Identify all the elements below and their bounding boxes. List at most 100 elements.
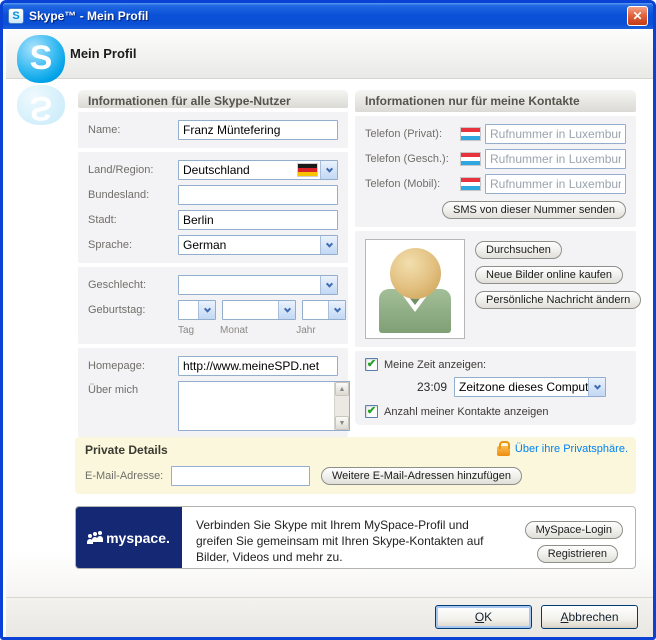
timezone-value: Zeitzone dieses Compute (459, 380, 589, 394)
skype-logo-reflection-glyph: S (29, 89, 53, 127)
myspace-logo: myspace. (76, 507, 182, 568)
birthday-label: Geburtstag: (88, 304, 146, 316)
skype-logo-glyph: S (29, 39, 53, 77)
myspace-description: Verbinden Sie Skype mit Ihrem MySpace-Pr… (196, 518, 484, 564)
web-group: Homepage: Über mich ▲ ▼ (78, 348, 350, 439)
state-input[interactable] (178, 185, 338, 205)
city-input[interactable] (178, 210, 338, 230)
about-label: Über mich (88, 384, 139, 396)
gender-label: Geschlecht: (88, 279, 147, 291)
change-mood-label: Persönliche Nachricht ändern (486, 294, 631, 306)
avatar-head-shape (390, 248, 441, 299)
buy-pictures-button[interactable]: Neue Bilder online kaufen (475, 266, 623, 284)
close-icon: ✕ (632, 8, 643, 23)
chevron-down-icon[interactable] (328, 301, 345, 319)
show-time-label: Meine Zeit anzeigen: (384, 358, 487, 371)
germany-flag-icon (298, 164, 317, 176)
cancel-label: Abbrechen (560, 610, 619, 624)
check-icon: ✔ (366, 405, 377, 417)
send-sms-button[interactable]: SMS von dieser Nummer senden (441, 201, 626, 219)
show-time-checkbox[interactable]: ✔ (365, 358, 378, 371)
luxembourg-flag-icon (461, 178, 480, 190)
browse-label: Durchsuchen (486, 244, 551, 256)
avatar (365, 239, 465, 339)
birthday-day-select[interactable] (178, 300, 216, 320)
myspace-register-button[interactable]: Registrieren (536, 545, 618, 563)
show-contact-count-checkbox[interactable]: ✔ (365, 405, 378, 418)
browse-button[interactable]: Durchsuchen (475, 241, 562, 259)
city-label: Stadt: (88, 214, 117, 226)
myspace-login-label: MySpace-Login (535, 524, 612, 536)
luxembourg-flag-icon (461, 153, 480, 165)
chevron-down-icon[interactable] (588, 378, 606, 396)
language-value: German (183, 238, 227, 252)
name-group: Name: (78, 112, 348, 148)
skype-logo-icon: S (17, 35, 65, 83)
day-caption: Tag (178, 325, 195, 336)
state-label: Bundesland: (88, 189, 150, 201)
skype-s-glyph: S (12, 10, 20, 22)
private-details-header: Private Details (85, 443, 168, 457)
skype-profile-window: S Skype™ - Mein Profil ✕ S Mein Profil S… (0, 0, 656, 640)
avatar-group: Durchsuchen Neue Bilder online kaufen Pe… (355, 231, 642, 347)
phone-private-input[interactable] (485, 124, 626, 144)
add-email-label: Weitere E-Mail-Adressen hinzufügen (332, 470, 511, 482)
lock-icon (496, 441, 510, 456)
timezone-select[interactable]: Zeitzone dieses Compute (454, 377, 607, 397)
privacy-link[interactable]: Über ihre Privatsphäre. (515, 443, 628, 455)
change-mood-message-button[interactable]: Persönliche Nachricht ändern (475, 291, 642, 309)
public-info-header: Informationen für alle Skype-Nutzer (78, 90, 348, 108)
personal-group: Geschlecht: Geburtstag: Tag Monat Jahr (78, 267, 348, 344)
email-input[interactable] (171, 466, 310, 486)
page-header: S Mein Profil (6, 29, 653, 83)
name-input[interactable] (178, 120, 338, 140)
skype-logo-reflection: S (17, 85, 65, 127)
time-group: ✔ Meine Zeit anzeigen: 23:09 Zeitzone di… (355, 351, 636, 425)
ok-button[interactable]: OK (435, 605, 532, 629)
chevron-down-icon[interactable] (320, 276, 337, 294)
myspace-panel: myspace. Verbinden Sie Skype mit Ihrem M… (75, 506, 636, 569)
scroll-up-icon[interactable]: ▲ (335, 382, 349, 396)
chevron-down-icon[interactable] (320, 161, 337, 179)
homepage-input[interactable] (178, 356, 338, 376)
scroll-down-icon[interactable]: ▼ (335, 416, 349, 430)
location-group: Land/Region: Deutschland Bundesland: Sta… (78, 152, 348, 263)
ok-label: OK (474, 610, 493, 624)
birthday-year-select[interactable] (302, 300, 346, 320)
gender-select[interactable] (178, 275, 338, 295)
myspace-people-icon (87, 531, 104, 544)
myspace-register-label: Registrieren (547, 548, 607, 560)
phone-private-label: Telefon (Privat): (365, 128, 443, 140)
phone-mobile-input[interactable] (485, 174, 626, 194)
current-time: 23:09 (417, 380, 448, 394)
titlebar[interactable]: S Skype™ - Mein Profil ✕ (3, 3, 653, 29)
phone-work-label: Telefon (Gesch.): (365, 153, 449, 165)
add-email-button[interactable]: Weitere E-Mail-Adressen hinzufügen (321, 467, 522, 485)
window-title: Skype™ - Mein Profil (29, 9, 149, 23)
contact-info-header: Informationen nur für meine Kontakte (355, 90, 636, 112)
about-scrollbar[interactable]: ▲ ▼ (334, 382, 349, 430)
about-textarea[interactable] (179, 382, 334, 430)
birthday-month-select[interactable] (222, 300, 296, 320)
myspace-login-button[interactable]: MySpace-Login (524, 521, 623, 539)
phone-mobile-label: Telefon (Mobil): (365, 178, 441, 190)
year-caption: Jahr (296, 325, 316, 336)
chevron-down-icon[interactable] (198, 301, 215, 319)
chevron-down-icon[interactable] (278, 301, 295, 319)
cancel-button[interactable]: Abbrechen (541, 605, 638, 629)
language-select[interactable]: German (178, 235, 338, 255)
page-title: Mein Profil (70, 46, 137, 61)
phone-work-input[interactable] (485, 149, 626, 169)
show-contact-count-label: Anzahl meiner Kontakte anzeigen (384, 405, 549, 418)
country-select[interactable]: Deutschland (178, 160, 338, 180)
email-label: E-Mail-Adresse: (85, 470, 164, 482)
language-label: Sprache: (88, 239, 133, 251)
private-details-panel: Private Details Über ihre Privatsphäre. … (75, 437, 636, 494)
public-info-panel: Informationen für alle Skype-Nutzer Name… (78, 90, 350, 439)
close-button[interactable]: ✕ (627, 6, 648, 26)
myspace-logo-text: myspace. (106, 529, 170, 546)
month-caption: Monat (220, 325, 248, 336)
chevron-down-icon[interactable] (320, 236, 337, 254)
skype-app-icon: S (8, 8, 24, 24)
buy-pictures-label: Neue Bilder online kaufen (486, 269, 612, 281)
